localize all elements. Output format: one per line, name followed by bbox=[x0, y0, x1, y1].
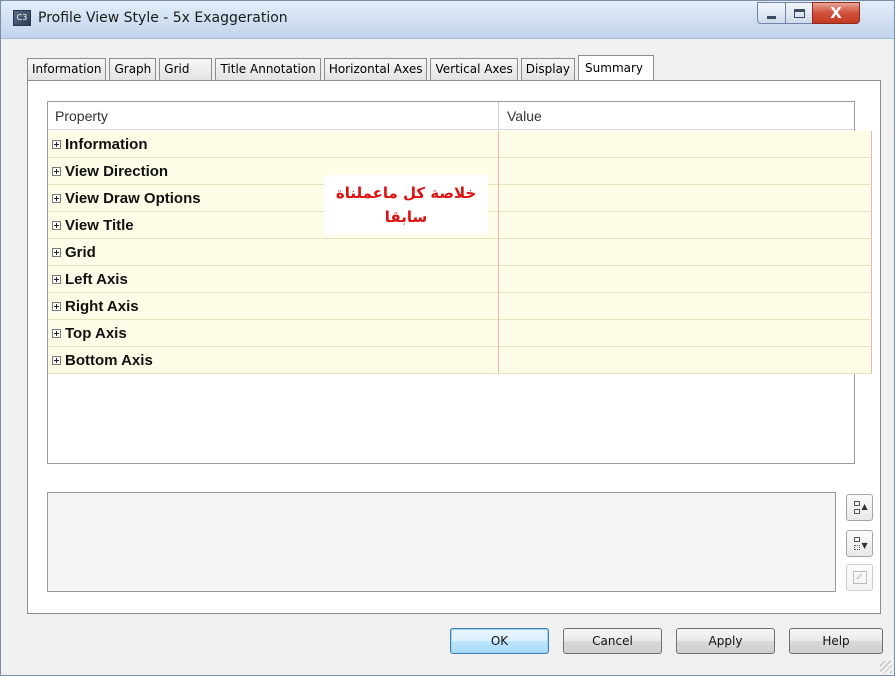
row-value[interactable] bbox=[499, 239, 872, 266]
tab-grid[interactable]: Grid bbox=[159, 58, 213, 80]
apply-button[interactable]: Apply bbox=[676, 628, 775, 654]
row-value[interactable] bbox=[499, 266, 872, 293]
row-value[interactable] bbox=[499, 212, 872, 239]
cancel-button[interactable]: Cancel bbox=[563, 628, 662, 654]
grid-row[interactable]: Grid bbox=[48, 239, 872, 266]
expand-plus-icon[interactable] bbox=[52, 328, 61, 338]
tab-bar: Information Graph Grid Title Annotation … bbox=[27, 54, 657, 81]
maximize-icon bbox=[793, 8, 805, 18]
close-button[interactable]: X bbox=[812, 2, 860, 24]
sort-ascending-button[interactable]: ▲ bbox=[846, 494, 873, 521]
summary-panel: Property Value Information View Directio… bbox=[27, 80, 881, 614]
grid-row[interactable]: Information bbox=[48, 131, 872, 158]
expand-plus-icon[interactable] bbox=[52, 166, 61, 176]
check-edit-button[interactable]: ✓ bbox=[846, 564, 873, 591]
dialog-window: C3 Profile View Style - 5x Exaggeration … bbox=[0, 0, 895, 676]
expand-plus-icon[interactable] bbox=[52, 220, 61, 230]
row-value[interactable] bbox=[499, 158, 872, 185]
row-label: Top Axis bbox=[65, 324, 127, 342]
minimize-icon bbox=[767, 15, 776, 19]
row-value[interactable] bbox=[499, 185, 872, 212]
expand-plus-icon[interactable] bbox=[52, 247, 61, 257]
grid-header: Property Value bbox=[48, 102, 854, 130]
app-icon[interactable]: C3 bbox=[13, 10, 31, 26]
tab-vertical-axes[interactable]: Vertical Axes bbox=[430, 58, 518, 80]
grid-row[interactable]: Left Axis bbox=[48, 266, 872, 293]
tab-horizontal-axes[interactable]: Horizontal Axes bbox=[323, 58, 428, 80]
expand-plus-icon[interactable] bbox=[52, 301, 61, 311]
grid-row[interactable]: Bottom Axis bbox=[48, 347, 872, 374]
column-header-value[interactable]: Value bbox=[499, 102, 854, 130]
column-header-property[interactable]: Property bbox=[48, 102, 499, 130]
expand-plus-icon[interactable] bbox=[52, 274, 61, 284]
row-value[interactable] bbox=[499, 347, 872, 374]
grid-row[interactable]: Top Axis bbox=[48, 320, 872, 347]
grid-row[interactable]: Right Axis bbox=[48, 293, 872, 320]
row-label: Left Axis bbox=[65, 270, 128, 288]
row-label: View Direction bbox=[65, 162, 169, 180]
title-bar[interactable]: C3 Profile View Style - 5x Exaggeration … bbox=[1, 1, 894, 39]
annotation-note: خلاصة كل ماعملناة سابقا bbox=[324, 175, 488, 235]
row-label: Grid bbox=[65, 243, 96, 261]
row-value[interactable] bbox=[499, 320, 872, 347]
sort-descending-button[interactable]: ▼ bbox=[846, 530, 873, 557]
description-box bbox=[47, 492, 836, 592]
tab-graph[interactable]: Graph bbox=[109, 58, 157, 80]
annotation-line-2: سابقا bbox=[384, 208, 428, 226]
check-edit-icon: ✓ bbox=[852, 571, 867, 584]
expand-plus-icon[interactable] bbox=[52, 355, 61, 365]
sort-ascending-icon: ▲ bbox=[853, 500, 868, 515]
resize-grip[interactable] bbox=[880, 661, 892, 673]
tab-display[interactable]: Display bbox=[520, 58, 576, 80]
minimize-button[interactable] bbox=[757, 2, 786, 24]
window-title: Profile View Style - 5x Exaggeration bbox=[38, 10, 288, 26]
row-value[interactable] bbox=[499, 131, 872, 158]
row-label: Bottom Axis bbox=[65, 351, 153, 369]
tab-information[interactable]: Information bbox=[27, 58, 107, 80]
expand-plus-icon[interactable] bbox=[52, 193, 61, 203]
expand-plus-icon[interactable] bbox=[52, 139, 61, 149]
row-value[interactable] bbox=[499, 293, 872, 320]
ok-button[interactable]: OK bbox=[450, 628, 549, 654]
sort-descending-icon: ▼ bbox=[853, 536, 868, 551]
maximize-button[interactable] bbox=[785, 2, 813, 24]
row-label: View Title bbox=[65, 216, 134, 234]
row-label: View Draw Options bbox=[65, 189, 201, 207]
row-label: Information bbox=[65, 135, 148, 153]
annotation-line-1: خلاصة كل ماعملناة bbox=[335, 184, 477, 202]
close-icon: X bbox=[830, 4, 842, 22]
tab-summary[interactable]: Summary bbox=[578, 55, 655, 81]
tab-title-annotation[interactable]: Title Annotation bbox=[215, 58, 321, 80]
property-grid: Property Value Information View Directio… bbox=[47, 101, 872, 464]
help-button[interactable]: Help bbox=[789, 628, 883, 654]
row-label: Right Axis bbox=[65, 297, 139, 315]
